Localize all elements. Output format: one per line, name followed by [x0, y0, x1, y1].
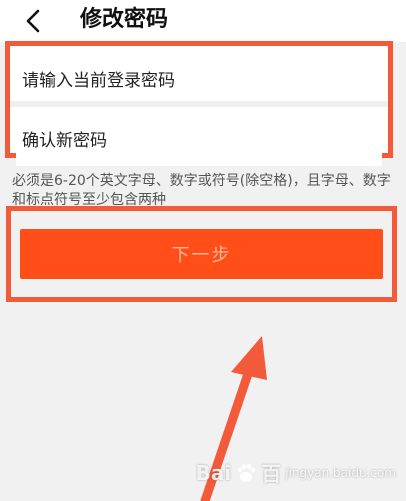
- watermark-brand-suffix: 百: [261, 462, 282, 486]
- watermark-site: jingyan.baidu.com: [285, 465, 396, 480]
- confirm-new-password-input[interactable]: [16, 131, 382, 151]
- button-highlight-box: 下一步: [6, 206, 397, 302]
- header-bar: 修改密码: [0, 0, 406, 42]
- field-divider: [10, 101, 388, 107]
- password-rule-hint: 必须是6-20个英文字母、数字或符号(除空格)，且字母、数字和标点符号至少包含两…: [12, 173, 391, 208]
- current-password-row: [16, 56, 382, 106]
- next-step-button[interactable]: 下一步: [20, 229, 383, 279]
- form-highlight-box: [5, 41, 393, 166]
- watermark-brand: Bai: [195, 460, 232, 485]
- chevron-left-icon[interactable]: [24, 9, 42, 33]
- baidu-watermark: Bai 百 jingyan.baidu.com: [196, 458, 396, 487]
- current-password-input[interactable]: [16, 71, 382, 91]
- page-title: 修改密码: [80, 7, 169, 32]
- new-password-row: [16, 116, 382, 166]
- paw-icon: [237, 463, 256, 482]
